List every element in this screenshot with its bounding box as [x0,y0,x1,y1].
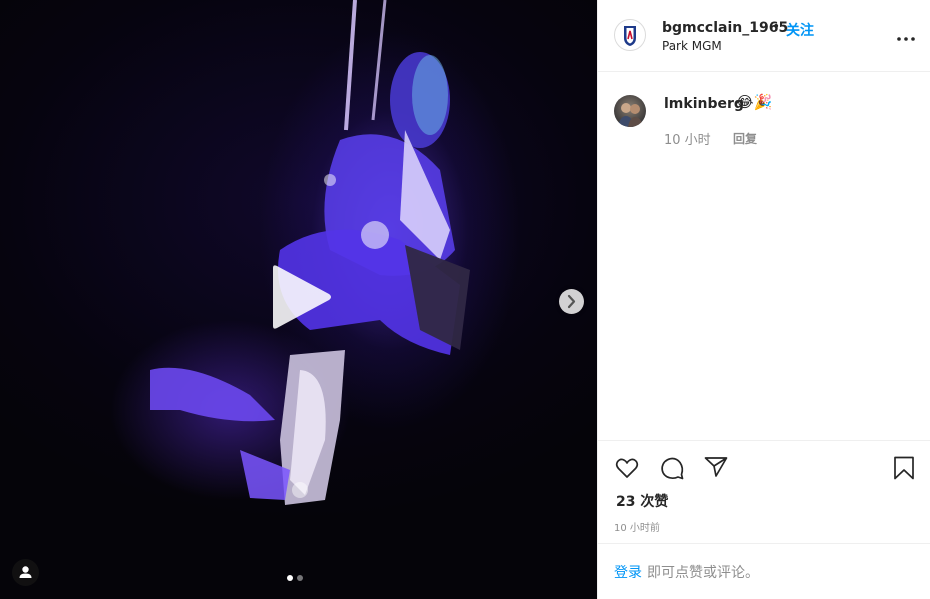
play-icon [273,265,331,329]
login-prompt: 登录 即可点赞或评论。 [598,543,930,599]
post-timestamp: 10 小时前 [614,523,660,534]
post-media-video[interactable] [0,0,597,599]
bookmark-icon [894,456,914,480]
comment-text: 😂🎉 [736,93,773,111]
next-slide-button[interactable] [559,289,584,314]
profile-photo-icon [618,103,643,127]
commenter-avatar[interactable] [614,95,646,127]
more-options-button[interactable] [896,30,916,42]
comment-icon [661,457,684,480]
heart-icon [615,458,639,478]
play-button[interactable] [265,262,335,332]
login-prompt-text: 即可点赞或评论。 [647,565,759,581]
send-icon [704,457,728,477]
carousel-dot-active [287,575,293,581]
account-avatar[interactable] [614,19,646,51]
comment-username[interactable]: lmkinberg [664,96,744,112]
like-button[interactable] [614,455,640,485]
carousel-indicator [287,575,303,581]
follow-button[interactable]: 关注 [786,20,814,40]
login-link[interactable]: 登录 [614,562,642,582]
post-details-panel: bgmcclain_1965 • 关注 Park MGM lmkinberg 😂… [597,0,930,599]
post-actions: 23 次赞 10 小时前 [598,440,930,543]
chevron-right-icon [567,294,576,309]
more-horizontal-icon [897,37,915,41]
post-author-username[interactable]: bgmcclain_1965 [662,20,788,36]
save-button[interactable] [892,455,916,485]
university-logo-icon [624,26,636,46]
reply-button[interactable]: 回复 [733,130,757,147]
user-tag-icon [19,566,32,578]
header-separator: • [772,19,781,35]
comment-button[interactable] [659,455,685,485]
carousel-dot [297,575,303,581]
post-location[interactable]: Park MGM [662,39,722,53]
like-count[interactable]: 23 次赞 [616,491,668,511]
comment-timestamp: 10 小时 [664,133,711,148]
comments-list: lmkinberg 😂🎉 10 小时 回复 [598,72,930,440]
post-header: bgmcclain_1965 • 关注 Park MGM [598,0,930,72]
share-button[interactable] [703,454,729,484]
tagged-users-button[interactable] [12,559,39,586]
